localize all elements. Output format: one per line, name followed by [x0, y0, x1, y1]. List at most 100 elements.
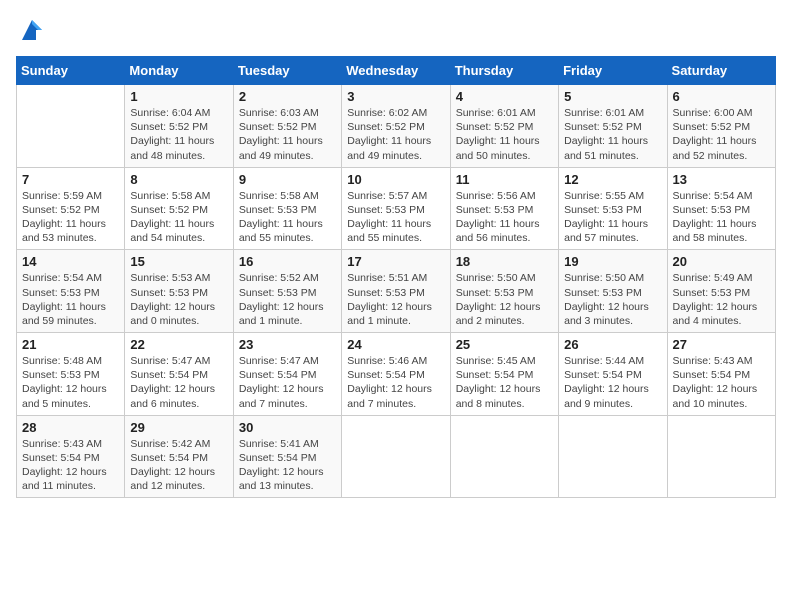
day-info: Sunrise: 5:55 AM Sunset: 5:53 PM Dayligh…	[564, 189, 661, 246]
day-info: Sunrise: 5:58 AM Sunset: 5:53 PM Dayligh…	[239, 189, 336, 246]
header-cell-sunday: Sunday	[17, 57, 125, 85]
day-info: Sunrise: 5:52 AM Sunset: 5:53 PM Dayligh…	[239, 271, 336, 328]
day-info: Sunrise: 5:53 AM Sunset: 5:53 PM Dayligh…	[130, 271, 227, 328]
day-cell	[342, 415, 450, 498]
day-cell: 15 Sunrise: 5:53 AM Sunset: 5:53 PM Dayli…	[125, 250, 233, 333]
day-cell: 6 Sunrise: 6:00 AM Sunset: 5:52 PM Daylig…	[667, 85, 775, 168]
day-info: Sunrise: 5:47 AM Sunset: 5:54 PM Dayligh…	[130, 354, 227, 411]
day-info: Sunrise: 6:00 AM Sunset: 5:52 PM Dayligh…	[673, 106, 770, 163]
day-info: Sunrise: 5:43 AM Sunset: 5:54 PM Dayligh…	[673, 354, 770, 411]
day-number: 17	[347, 254, 444, 269]
day-number: 8	[130, 172, 227, 187]
day-number: 18	[456, 254, 553, 269]
day-number: 2	[239, 89, 336, 104]
calendar-body: 1 Sunrise: 6:04 AM Sunset: 5:52 PM Daylig…	[17, 85, 776, 498]
day-info: Sunrise: 5:46 AM Sunset: 5:54 PM Dayligh…	[347, 354, 444, 411]
day-number: 7	[22, 172, 119, 187]
day-cell: 28Sunrise: 5:43 AM Sunset: 5:54 PM Dayli…	[17, 415, 125, 498]
day-info: Sunrise: 5:44 AM Sunset: 5:54 PM Dayligh…	[564, 354, 661, 411]
day-number: 14	[22, 254, 119, 269]
day-cell: 17 Sunrise: 5:51 AM Sunset: 5:53 PM Dayli…	[342, 250, 450, 333]
day-info: Sunrise: 6:01 AM Sunset: 5:52 PM Dayligh…	[456, 106, 553, 163]
day-number: 5	[564, 89, 661, 104]
day-info: Sunrise: 5:51 AM Sunset: 5:53 PM Dayligh…	[347, 271, 444, 328]
day-number: 6	[673, 89, 770, 104]
day-number: 9	[239, 172, 336, 187]
day-cell: 14 Sunrise: 5:54 AM Sunset: 5:53 PM Dayli…	[17, 250, 125, 333]
day-info: Sunrise: 5:54 AM Sunset: 5:53 PM Dayligh…	[673, 189, 770, 246]
day-info: Sunrise: 5:50 AM Sunset: 5:53 PM Dayligh…	[564, 271, 661, 328]
day-number: 3	[347, 89, 444, 104]
day-number: 23	[239, 337, 336, 352]
day-info: Sunrise: 6:03 AM Sunset: 5:52 PM Dayligh…	[239, 106, 336, 163]
day-number: 28	[22, 420, 119, 435]
header-row: SundayMondayTuesdayWednesdayThursdayFrid…	[17, 57, 776, 85]
day-cell: 18 Sunrise: 5:50 AM Sunset: 5:53 PM Dayli…	[450, 250, 558, 333]
day-info: Sunrise: 5:57 AM Sunset: 5:53 PM Dayligh…	[347, 189, 444, 246]
day-cell: 22 Sunrise: 5:47 AM Sunset: 5:54 PM Dayli…	[125, 333, 233, 416]
header-cell-saturday: Saturday	[667, 57, 775, 85]
week-row-5: 28Sunrise: 5:43 AM Sunset: 5:54 PM Dayli…	[17, 415, 776, 498]
header-cell-tuesday: Tuesday	[233, 57, 341, 85]
day-cell: 20 Sunrise: 5:49 AM Sunset: 5:53 PM Dayli…	[667, 250, 775, 333]
day-number: 11	[456, 172, 553, 187]
day-number: 29	[130, 420, 227, 435]
day-cell: 30 Sunrise: 5:41 AM Sunset: 5:54 PM Dayli…	[233, 415, 341, 498]
day-cell: 2 Sunrise: 6:03 AM Sunset: 5:52 PM Daylig…	[233, 85, 341, 168]
day-cell	[667, 415, 775, 498]
week-row-3: 14 Sunrise: 5:54 AM Sunset: 5:53 PM Dayli…	[17, 250, 776, 333]
header-cell-friday: Friday	[559, 57, 667, 85]
day-cell: 26 Sunrise: 5:44 AM Sunset: 5:54 PM Dayli…	[559, 333, 667, 416]
day-info: Sunrise: 5:56 AM Sunset: 5:53 PM Dayligh…	[456, 189, 553, 246]
day-info: Sunrise: 5:59 AM Sunset: 5:52 PM Dayligh…	[22, 189, 119, 246]
day-number: 22	[130, 337, 227, 352]
header-cell-thursday: Thursday	[450, 57, 558, 85]
day-cell: 16Sunrise: 5:52 AM Sunset: 5:53 PM Dayli…	[233, 250, 341, 333]
day-cell: 7 Sunrise: 5:59 AM Sunset: 5:52 PM Daylig…	[17, 167, 125, 250]
logo	[16, 16, 46, 44]
day-number: 15	[130, 254, 227, 269]
day-number: 13	[673, 172, 770, 187]
day-number: 25	[456, 337, 553, 352]
day-cell: 19 Sunrise: 5:50 AM Sunset: 5:53 PM Dayli…	[559, 250, 667, 333]
day-number: 20	[673, 254, 770, 269]
day-cell: 21 Sunrise: 5:48 AM Sunset: 5:53 PM Dayli…	[17, 333, 125, 416]
day-info: Sunrise: 5:45 AM Sunset: 5:54 PM Dayligh…	[456, 354, 553, 411]
day-info: Sunrise: 5:42 AM Sunset: 5:54 PM Dayligh…	[130, 437, 227, 494]
day-cell: 25 Sunrise: 5:45 AM Sunset: 5:54 PM Dayli…	[450, 333, 558, 416]
day-info: Sunrise: 5:50 AM Sunset: 5:53 PM Dayligh…	[456, 271, 553, 328]
day-cell: 3Sunrise: 6:02 AM Sunset: 5:52 PM Daylig…	[342, 85, 450, 168]
logo-icon	[18, 16, 46, 44]
day-info: Sunrise: 5:54 AM Sunset: 5:53 PM Dayligh…	[22, 271, 119, 328]
day-number: 24	[347, 337, 444, 352]
day-number: 1	[130, 89, 227, 104]
calendar-table: SundayMondayTuesdayWednesdayThursdayFrid…	[16, 56, 776, 498]
day-cell: 1 Sunrise: 6:04 AM Sunset: 5:52 PM Daylig…	[125, 85, 233, 168]
day-info: Sunrise: 5:49 AM Sunset: 5:53 PM Dayligh…	[673, 271, 770, 328]
day-cell: 27Sunrise: 5:43 AM Sunset: 5:54 PM Dayli…	[667, 333, 775, 416]
day-cell: 23 Sunrise: 5:47 AM Sunset: 5:54 PM Dayli…	[233, 333, 341, 416]
day-number: 30	[239, 420, 336, 435]
page-header	[16, 16, 776, 44]
day-number: 21	[22, 337, 119, 352]
day-cell: 29 Sunrise: 5:42 AM Sunset: 5:54 PM Dayli…	[125, 415, 233, 498]
day-number: 4	[456, 89, 553, 104]
day-cell	[450, 415, 558, 498]
day-info: Sunrise: 5:48 AM Sunset: 5:53 PM Dayligh…	[22, 354, 119, 411]
day-cell: 9 Sunrise: 5:58 AM Sunset: 5:53 PM Daylig…	[233, 167, 341, 250]
day-number: 19	[564, 254, 661, 269]
day-cell	[559, 415, 667, 498]
day-cell	[17, 85, 125, 168]
day-number: 26	[564, 337, 661, 352]
day-info: Sunrise: 6:04 AM Sunset: 5:52 PM Dayligh…	[130, 106, 227, 163]
day-cell: 13 Sunrise: 5:54 AM Sunset: 5:53 PM Dayli…	[667, 167, 775, 250]
day-info: Sunrise: 5:41 AM Sunset: 5:54 PM Dayligh…	[239, 437, 336, 494]
day-cell: 11 Sunrise: 5:56 AM Sunset: 5:53 PM Dayli…	[450, 167, 558, 250]
day-cell: 12Sunrise: 5:55 AM Sunset: 5:53 PM Dayli…	[559, 167, 667, 250]
day-info: Sunrise: 5:58 AM Sunset: 5:52 PM Dayligh…	[130, 189, 227, 246]
week-row-1: 1 Sunrise: 6:04 AM Sunset: 5:52 PM Daylig…	[17, 85, 776, 168]
day-cell: 5 Sunrise: 6:01 AM Sunset: 5:52 PM Daylig…	[559, 85, 667, 168]
day-info: Sunrise: 6:01 AM Sunset: 5:52 PM Dayligh…	[564, 106, 661, 163]
day-info: Sunrise: 5:47 AM Sunset: 5:54 PM Dayligh…	[239, 354, 336, 411]
week-row-2: 7 Sunrise: 5:59 AM Sunset: 5:52 PM Daylig…	[17, 167, 776, 250]
